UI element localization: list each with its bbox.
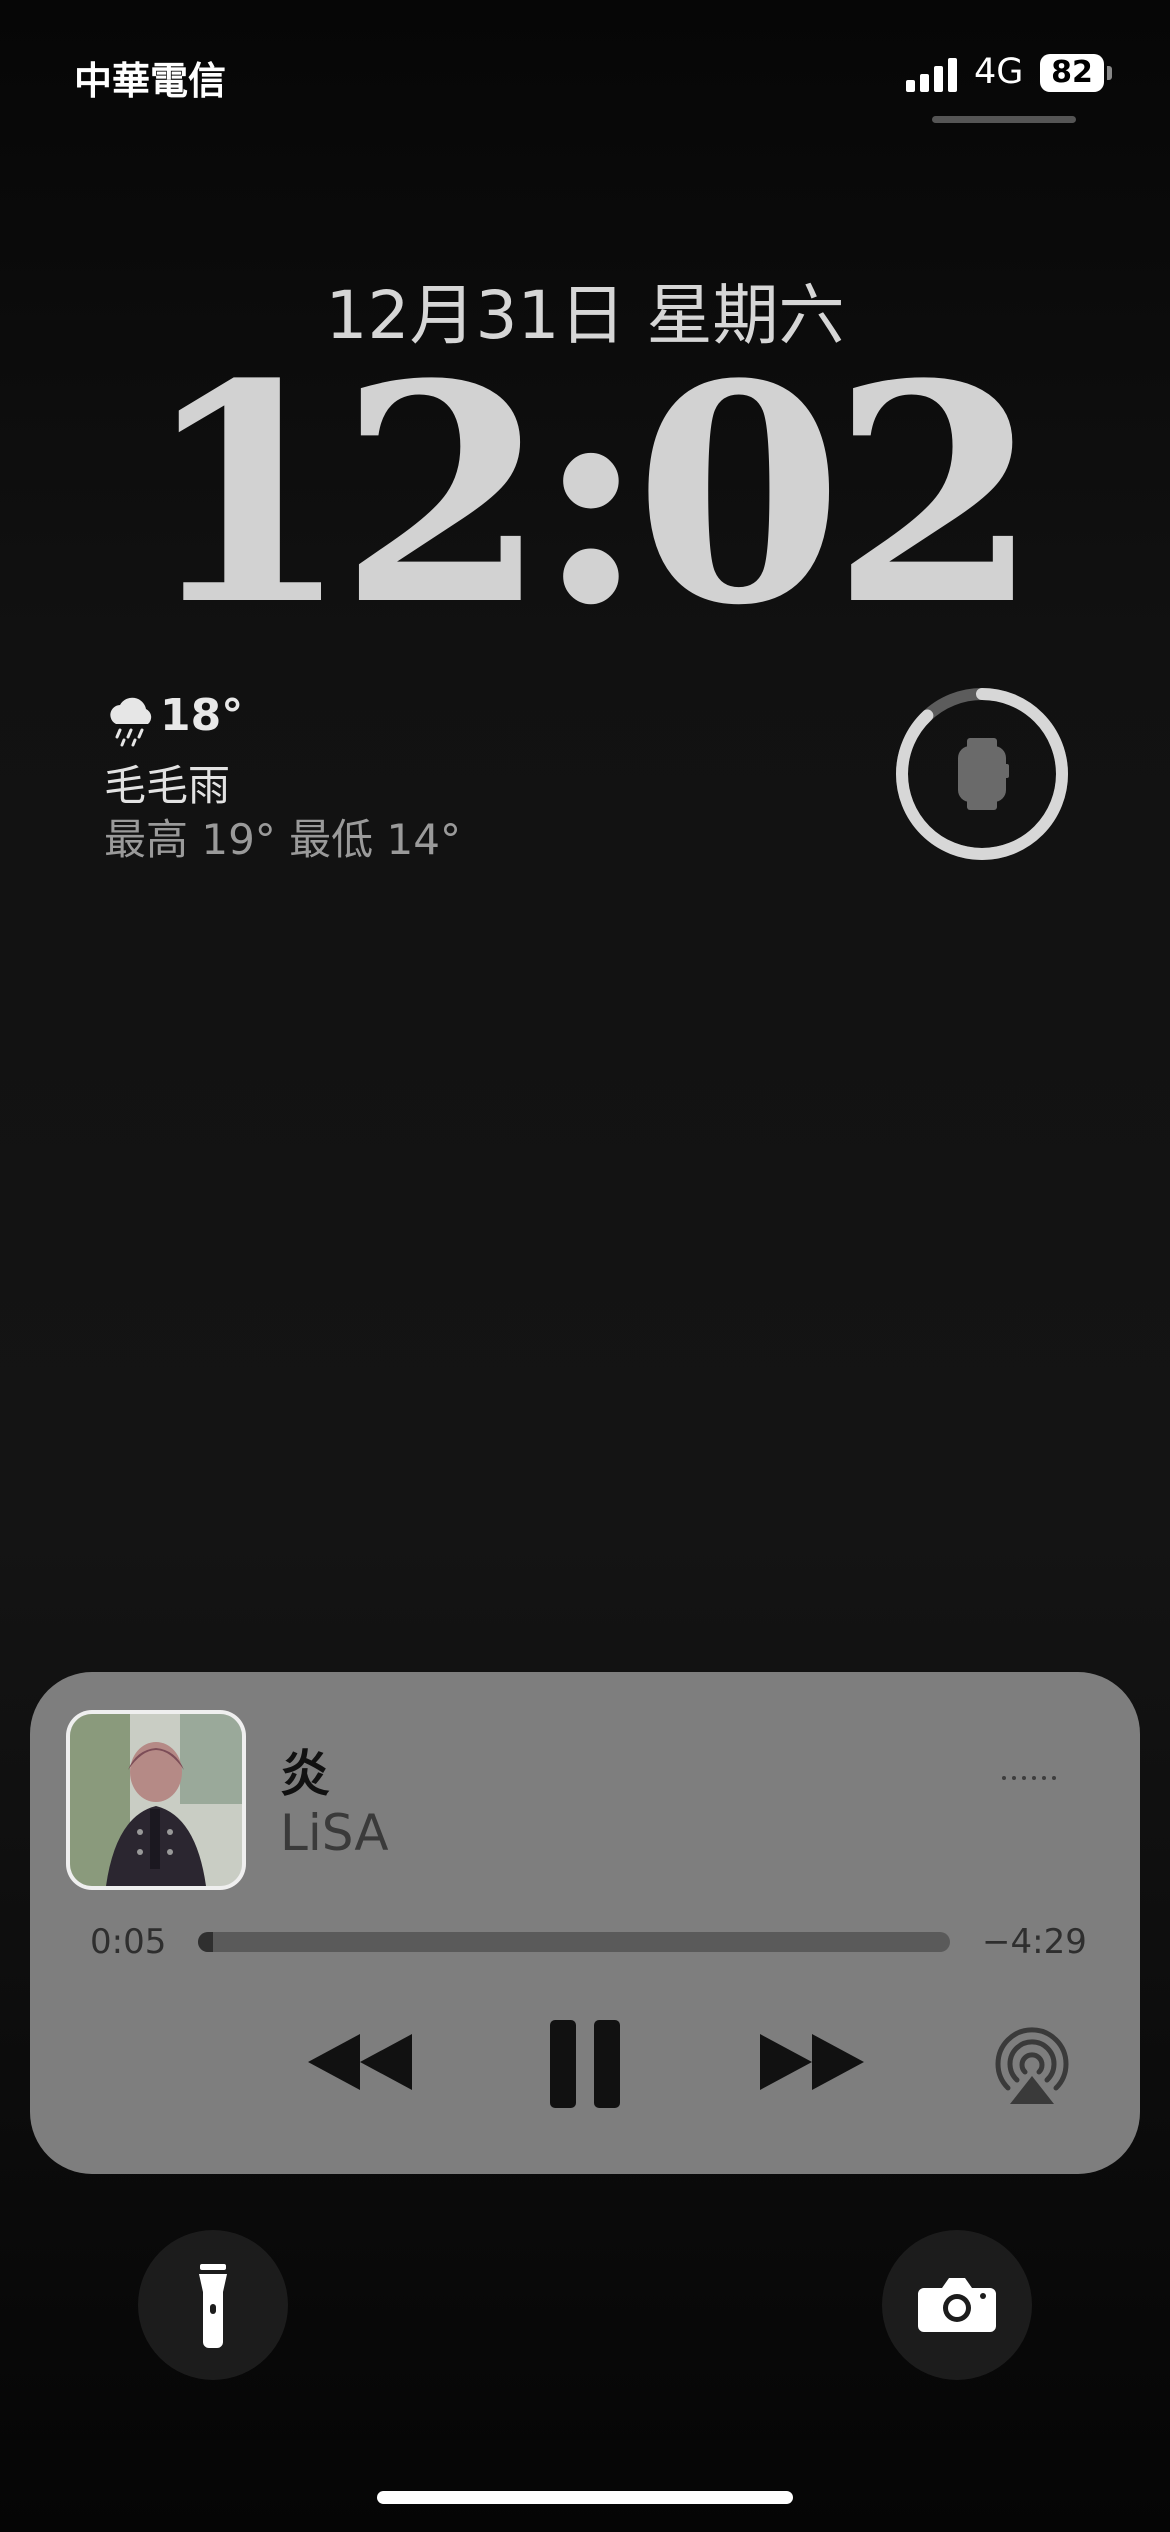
watch-battery-widget[interactable] <box>894 686 1070 862</box>
song-title: 炎 <box>280 1745 330 1803</box>
camera-button[interactable] <box>882 2230 1032 2380</box>
camera-icon <box>918 2278 996 2332</box>
cloud-drizzle-icon <box>102 690 162 750</box>
flashlight-icon <box>199 2264 227 2348</box>
home-indicator[interactable] <box>377 2491 793 2504</box>
fast-forward-button[interactable] <box>760 2012 864 2112</box>
network-type: 4G <box>974 52 1024 92</box>
elapsed-time: 0:05 <box>90 1922 167 1962</box>
lock-screen-time: 12:02 <box>142 318 1040 671</box>
song-artist: LiSA <box>280 1804 389 1862</box>
airplay-icon <box>995 2027 1069 2104</box>
carrier-name: 中華電信 <box>74 59 227 103</box>
fast-forward-icon <box>760 2034 864 2090</box>
playback-progress-fill <box>198 1932 214 1952</box>
weather-high-low[interactable]: 最高 19° 最低 14° <box>104 806 461 867</box>
battery-icon: 82 <box>1040 54 1104 92</box>
album-art[interactable] <box>70 1714 242 1886</box>
flashlight-button[interactable] <box>138 2230 288 2380</box>
pause-button[interactable] <box>548 2012 622 2112</box>
rewind-button[interactable] <box>308 2012 412 2112</box>
cellular-signal-icon <box>906 56 958 92</box>
rewind-icon <box>308 2034 412 2090</box>
audio-waveform-icon <box>1002 1776 1068 1786</box>
weather-temperature[interactable]: 18° <box>160 690 243 741</box>
battery-tip <box>1107 66 1112 80</box>
airplay-button[interactable] <box>990 2024 1074 2108</box>
playback-scrubber[interactable] <box>198 1932 950 1952</box>
weather-condition[interactable]: 毛毛雨 <box>104 752 230 813</box>
apple-watch-icon <box>958 738 1009 810</box>
remaining-time: −4:29 <box>982 1922 1087 1962</box>
control-center-indicator[interactable] <box>932 116 1076 123</box>
pause-icon <box>550 2020 620 2108</box>
